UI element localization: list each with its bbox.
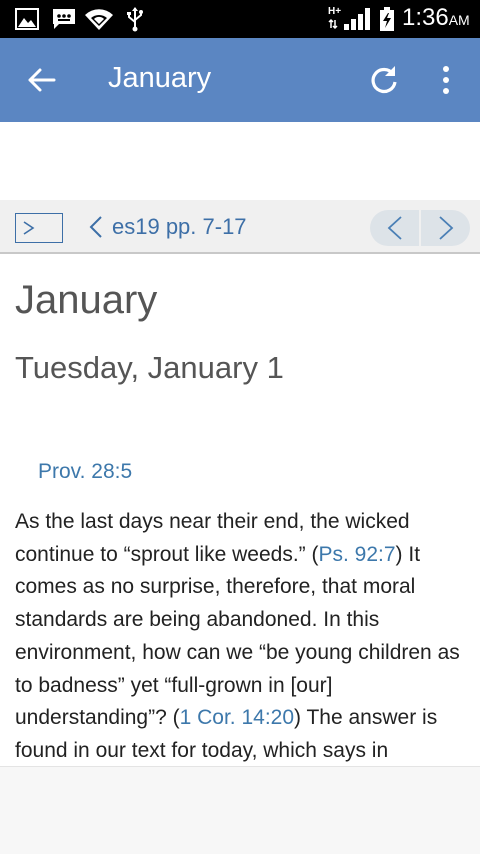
image-icon (14, 6, 40, 32)
more-vert-icon (443, 66, 449, 94)
back-arrow-icon (28, 68, 56, 92)
back-button[interactable] (24, 62, 60, 98)
bottom-panel (0, 766, 480, 854)
chat-icon (50, 6, 78, 32)
reference-nav-bar: es19 pp. 7-17 (0, 200, 480, 254)
refresh-icon (371, 66, 397, 94)
clock-time: 1:36 (402, 4, 449, 31)
next-day-button[interactable] (421, 210, 470, 246)
status-bar: H+ 1:36AM (0, 0, 480, 38)
wifi-icon (84, 6, 114, 32)
usb-icon (124, 6, 146, 32)
article-heading: January (15, 278, 158, 322)
app-bar: January (0, 38, 480, 122)
scripture-link-1-cor-14-20[interactable]: 1 Cor. 14:20 (180, 706, 294, 729)
clock-ampm: AM (448, 12, 470, 28)
clock: 1:36AM (402, 4, 470, 32)
signal-icon: H+ (328, 6, 372, 32)
previous-day-button[interactable] (370, 210, 419, 246)
chevron-left-icon (89, 216, 102, 238)
scripture-reference-link[interactable]: Prov. 28:5 (38, 460, 132, 484)
pager (370, 210, 470, 246)
previous-arrow-icon (387, 216, 402, 240)
next-arrow-icon (438, 216, 453, 240)
more-options-button[interactable] (430, 60, 462, 100)
publication-reference: es19 pp. 7-17 (112, 214, 247, 239)
paragraph-text: ) It comes as no surprise, therefore, th… (15, 542, 460, 730)
scripture-link-ps-92-7[interactable]: Ps. 92:7 (318, 543, 395, 566)
chevron-right-icon (23, 221, 35, 235)
publication-reference-link[interactable]: es19 pp. 7-17 (88, 212, 247, 242)
battery-icon (378, 6, 396, 32)
article-date-heading: Tuesday, January 1 (15, 350, 284, 385)
article-paragraph: As the last days near their end, the wic… (15, 506, 467, 766)
article-content: January Tuesday, January 1 Prov. 28:5 As… (0, 256, 480, 766)
refresh-button[interactable] (364, 60, 404, 100)
page-title: January (108, 62, 212, 94)
expand-panel-button[interactable] (15, 213, 63, 243)
